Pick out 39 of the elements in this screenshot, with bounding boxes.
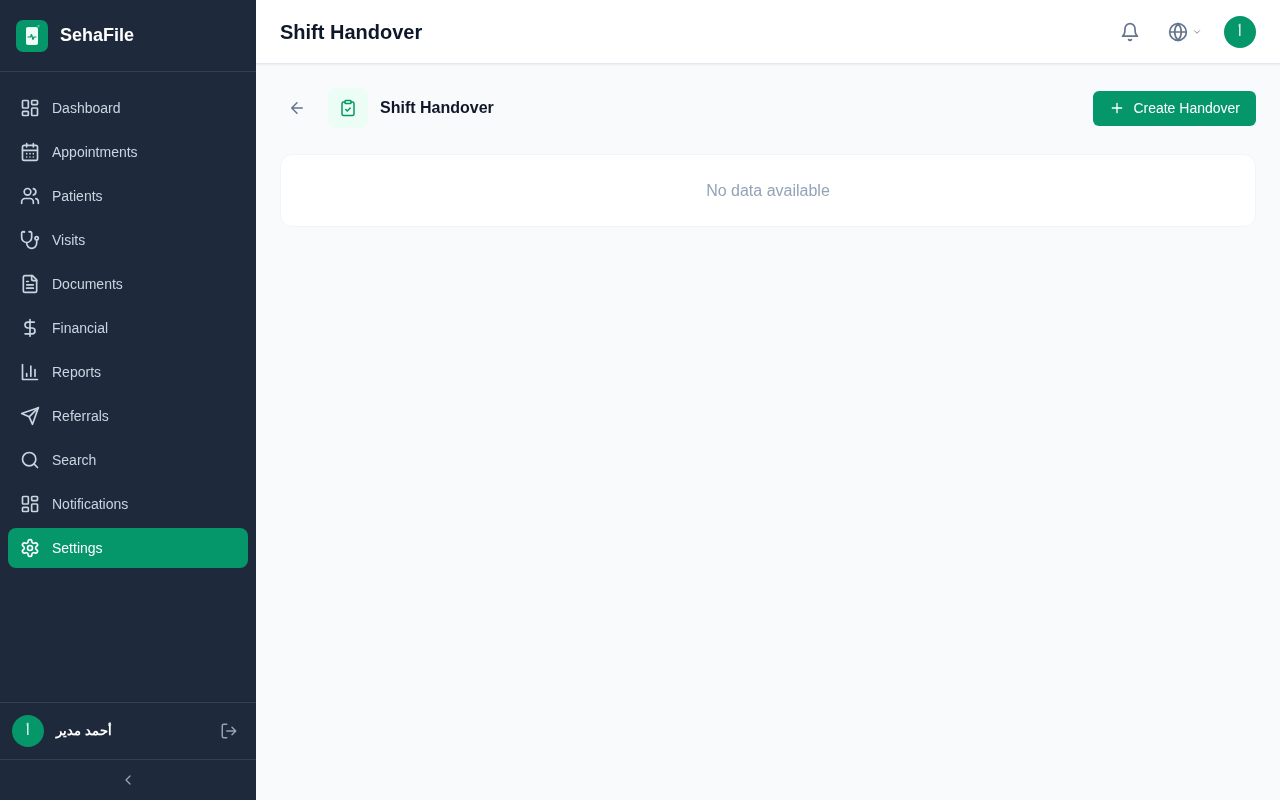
sidebar-nav-item[interactable]: Patients	[8, 176, 248, 216]
globe-icon	[1168, 21, 1188, 42]
settings-icon	[20, 538, 40, 558]
stethoscope-icon	[20, 230, 40, 250]
grid-icon	[20, 98, 40, 118]
empty-state-message: No data available	[706, 180, 830, 201]
bar-chart-icon	[20, 362, 40, 382]
sidebar-nav-item[interactable]: Settings	[8, 528, 248, 568]
logout-icon	[220, 722, 238, 740]
sidebar-nav-item[interactable]: Reports	[8, 352, 248, 392]
user-avatar[interactable]: أ	[1224, 15, 1256, 48]
calendar-icon	[20, 142, 40, 162]
notifications-button[interactable]	[1120, 21, 1140, 42]
sidebar-nav-item[interactable]: Dashboard	[8, 88, 248, 128]
user-name: أحمد مدير	[56, 721, 113, 741]
section-title: Shift Handover	[380, 98, 495, 118]
sidebar-nav-item[interactable]: Appointments	[8, 132, 248, 172]
paper-plane-icon	[20, 406, 40, 426]
logout-button[interactable]	[220, 722, 238, 740]
user-avatar: أ	[12, 715, 44, 747]
clipboard-check-icon	[328, 88, 368, 128]
brand-name: SehaFile	[60, 24, 135, 47]
document-icon	[20, 274, 40, 294]
create-handover-button[interactable]: Create Handover	[1093, 90, 1256, 126]
sidebar-nav-item[interactable]: Financial	[8, 308, 248, 348]
bell-icon	[1120, 21, 1140, 42]
language-button[interactable]	[1168, 21, 1202, 42]
back-button[interactable]	[288, 99, 306, 117]
people-icon	[20, 186, 40, 206]
sidebar-nav-item[interactable]: Documents	[8, 264, 248, 304]
page-header-title: Shift Handover	[280, 19, 424, 44]
sidebar-nav-item[interactable]: Referrals	[8, 396, 248, 436]
grid-icon	[20, 494, 40, 514]
logo-icon	[16, 19, 48, 52]
search-icon	[20, 450, 40, 470]
sidebar-nav-item[interactable]: Visits	[8, 220, 248, 260]
back-arrow-icon	[288, 99, 306, 117]
sidebar-nav-item[interactable]: Notifications	[8, 484, 248, 524]
sidebar-nav-item[interactable]: Search	[8, 440, 248, 480]
